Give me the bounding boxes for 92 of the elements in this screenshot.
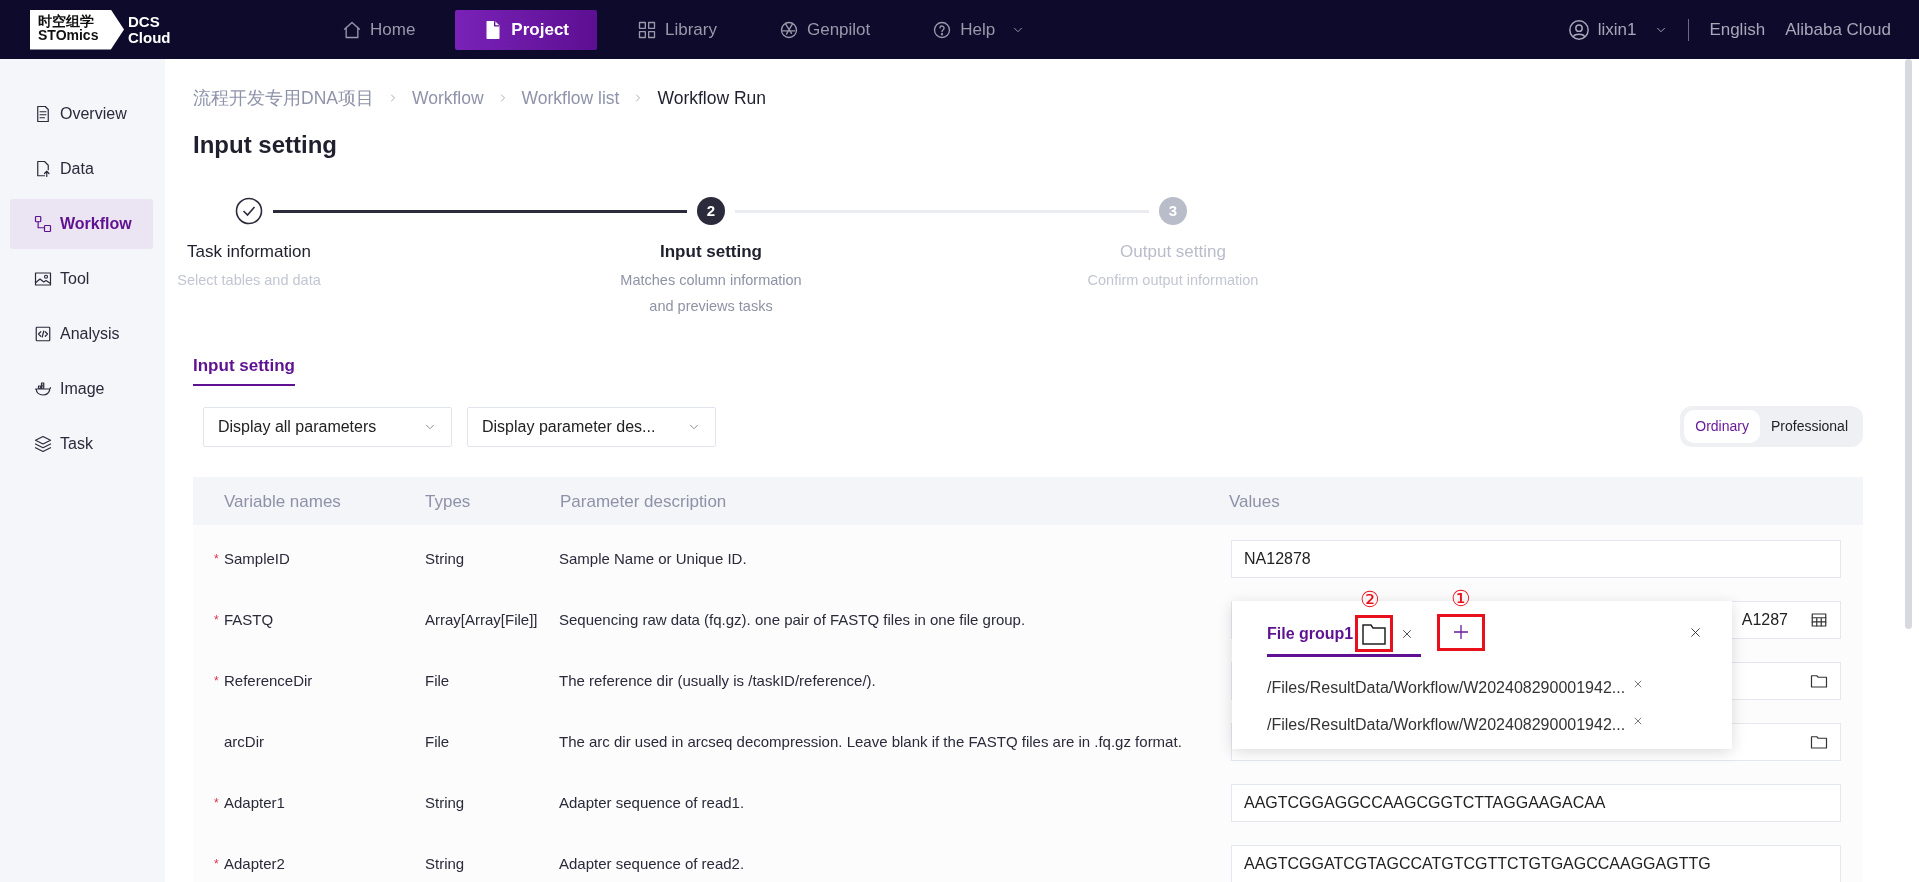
value-field[interactable]: AAGTCGGATCGTAGCCATGTCGTTCTGTGAGCCAAGGAGTTG (1231, 844, 1841, 882)
sidebar-item[interactable]: Image (10, 364, 153, 415)
required-mark: * (214, 550, 220, 568)
description-cell: Sample Name or Unique ID. (559, 549, 747, 567)
column-header: Values (1229, 491, 1280, 511)
nav-item[interactable]: Home (320, 9, 438, 50)
add-button[interactable] (1437, 613, 1486, 651)
sidebar-item[interactable]: Overview (10, 89, 153, 140)
mode-option[interactable]: Ordinary (1684, 410, 1760, 444)
remove-icon (1633, 678, 1644, 689)
variable-name: SampleID (224, 548, 290, 569)
type-cell: String (425, 854, 465, 872)
sidebar-item[interactable]: Data (10, 144, 153, 195)
type-cell: Array[Array[File]] (425, 610, 538, 628)
step-description: Select tables and data (176, 270, 322, 290)
required-mark: * (214, 611, 220, 629)
tab[interactable]: Input setting (193, 352, 295, 387)
logo-plate[interactable]: 时空组学 STOmics (30, 9, 124, 50)
type-cell: String (425, 793, 465, 811)
breadcrumb-item: Workflow Run (657, 87, 767, 111)
variable-name: FASTQ (224, 609, 274, 630)
description-cell: The arc dir used in arcseq decompression. Leave blank if the FASTQ files are in .fq.gz format. (559, 732, 1182, 750)
variable-name: ReferenceDir (224, 670, 313, 691)
mode-option[interactable]: Professional (1759, 410, 1859, 444)
description-cell: The reference dir (usually is /taskID/reference/). (559, 671, 876, 689)
nav-item[interactable]: Genpilot (756, 9, 893, 50)
file-upload-icon (34, 160, 52, 179)
filter-dropdown[interactable]: Display parameter des... (467, 406, 716, 447)
required-mark: * (214, 794, 220, 812)
annotation-number: ① (1451, 584, 1472, 613)
file-path: /Files/ResultData/Workflow/W202408290001942... (1267, 677, 1626, 698)
close-icon (1401, 627, 1414, 640)
aperture-icon (778, 19, 799, 40)
user-name[interactable]: lixin1 (1597, 16, 1637, 43)
nav-item[interactable]: Library (615, 9, 739, 50)
whale-icon (34, 380, 52, 399)
description-cell: Adapter sequence of read1. (559, 793, 745, 811)
variable-name: Adapter2 (224, 853, 285, 874)
annotation-number: ② (1360, 586, 1381, 615)
logo-text: STOmics (38, 28, 100, 43)
close-icon (1689, 625, 1702, 639)
logo-text: 时空组学 (38, 13, 95, 29)
document-icon (34, 105, 52, 124)
column-header: Parameter description (560, 491, 727, 511)
layers-icon (34, 435, 52, 454)
nav-item[interactable]: Project (455, 9, 597, 50)
type-cell: String (425, 549, 465, 567)
column-header: Types (425, 491, 471, 511)
step-title: Task information (186, 241, 312, 264)
value-field[interactable]: AAGTCGGAGGCCAAGCGGTCTTAGGAAGACAA (1231, 783, 1841, 822)
home-icon (342, 19, 362, 40)
image-icon (34, 270, 52, 289)
column-header: Variable names (224, 491, 341, 511)
language-link[interactable]: English (1709, 16, 1766, 43)
page-title: Input setting (193, 130, 338, 161)
type-cell: File (425, 671, 450, 689)
help-icon (932, 19, 953, 40)
workflow-icon (34, 215, 52, 234)
step-description: Confirm output information (1086, 270, 1260, 290)
scrollbar-thumb[interactable] (1905, 59, 1912, 630)
region-link[interactable]: Alibaba Cloud (1785, 16, 1891, 43)
product-name: DCS (128, 13, 161, 30)
folder-icon (1362, 622, 1387, 645)
description-cell: Adapter sequence of read2. (559, 854, 745, 872)
type-cell: File (425, 732, 450, 750)
step-title: Input setting (659, 241, 763, 264)
step-number: 2 (697, 197, 725, 226)
step-title: Output setting (1119, 241, 1227, 264)
value-field[interactable]: NA12878 (1231, 539, 1841, 578)
nav-item[interactable]: Help (910, 9, 1048, 50)
plus-icon (1453, 624, 1470, 641)
folder-button[interactable] (1355, 615, 1394, 653)
sidebar-item[interactable]: Task (10, 419, 153, 470)
code-icon (34, 325, 52, 344)
grid-icon (637, 19, 657, 40)
step-description: Matches column information and previews tasks (619, 270, 803, 316)
user-icon (1567, 18, 1590, 41)
filter-dropdown[interactable]: Display all parameters (203, 406, 452, 447)
required-mark: * (214, 672, 220, 690)
description-cell: Sequencing raw data (fq.gz). one pair of FASTQ files in one file group. (559, 610, 1026, 628)
sidebar-item[interactable]: Workflow (10, 199, 153, 250)
step-number: 3 (1159, 197, 1187, 226)
remove-icon (1633, 715, 1644, 726)
file-group-tab[interactable]: File group1 (1267, 621, 1354, 646)
file-path: /Files/ResultData/Workflow/W202408290001942... (1267, 714, 1626, 735)
variable-name: Adapter1 (224, 792, 285, 813)
sidebar-item[interactable]: Analysis (10, 309, 153, 360)
table-icon (1810, 610, 1828, 629)
required-mark: * (214, 855, 220, 873)
product-name: Cloud (128, 29, 171, 46)
variable-name: arcDir (224, 731, 264, 752)
sidebar-item[interactable]: Tool (10, 254, 153, 305)
